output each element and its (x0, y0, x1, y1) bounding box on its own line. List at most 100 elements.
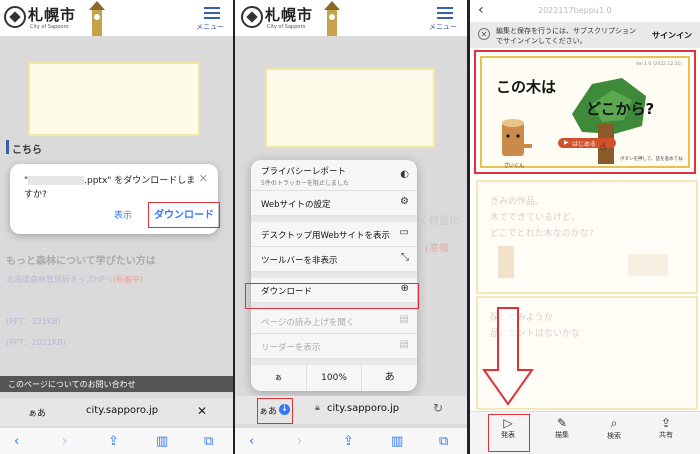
slide-2-character (498, 246, 514, 278)
ghost-text: く軽量化 (419, 216, 459, 227)
tab-share-label: 共有 (659, 431, 673, 439)
inquiry-bar: このページについてのお問い合わせ (0, 376, 233, 392)
page-banner (265, 68, 435, 148)
wood-character-icon (502, 119, 532, 156)
bookmarks-icon[interactable]: ▥ (391, 434, 403, 449)
redacted-filename (28, 176, 85, 185)
slide-1-thumbnail[interactable]: Ver.1.0 (2022.12.21) この木は どこから? ざいくん ▶ は… (474, 50, 696, 174)
menu-item-privacy-report[interactable]: プライバシーレポート 5件のトラッカーを阻止しました ◐ (251, 160, 417, 191)
download-dialog: " .pptx" をダウンロードしますか? ✕ 表示 ダウンロード (10, 164, 220, 234)
menu-button[interactable]: メニュー (429, 4, 457, 32)
monitor-icon: ▭ (399, 227, 409, 238)
forward-icon[interactable]: › (297, 434, 302, 449)
site-name: 札幌市 (28, 6, 77, 24)
view-button[interactable]: 表示 (114, 208, 132, 221)
menu-item-hide-toolbar[interactable]: ツールバーを非表示 ⤡ (251, 247, 417, 272)
bookmarks-icon[interactable]: ▥ (156, 434, 168, 449)
close-icon[interactable]: ✕ (199, 172, 208, 185)
menu-label: メニュー (429, 23, 457, 31)
zoom-out-button[interactable]: ぁ (251, 365, 307, 391)
site-subname: City of Sapporo (30, 24, 69, 30)
slide-title-line-1: この木は (496, 78, 557, 96)
speech-icon: ▤ (399, 314, 409, 325)
zoom-level: 100% (307, 365, 363, 391)
site-header: 札幌市 City of Sapporo メニュー (0, 0, 233, 37)
file-size-1[interactable]: (PPT：321KB) (6, 316, 61, 327)
more-learning-heading: もっと森林について学びたい方は (6, 256, 156, 267)
hamburger-icon (437, 7, 453, 19)
file-size-2[interactable]: (PPT：2021KB) (6, 337, 66, 348)
slide-version: Ver.1.0 (2022.12.21) (635, 62, 682, 67)
resize-icon: ⤡ (401, 252, 409, 263)
zoom-row: ぁ 100% あ (251, 365, 417, 391)
privacy-subtext: 5件のトラッカーを阻止しました (261, 180, 349, 187)
menu-item-site-settings[interactable]: Webサイトの設定 ⚙ (251, 191, 417, 216)
panel-safari-download-dialog: 札幌市 City of Sapporo メニュー こちら " .pptx" をダウ… (0, 0, 233, 454)
menu-button[interactable]: メニュー (196, 4, 224, 32)
inquiry-text: このページについてのお問い合わせ (8, 380, 136, 389)
reader-aa-button[interactable]: ぁあ (28, 406, 46, 419)
tab-edit[interactable]: ✎ 描集 (544, 416, 580, 440)
down-arrow-annotation-icon (482, 307, 534, 406)
back-icon[interactable]: ‹ (249, 434, 254, 449)
tab-share[interactable]: ⇪ 共有 (648, 416, 684, 440)
start-note: ボタンを押して、話を進めてね (620, 157, 683, 162)
url-bar[interactable]: ぁあ city.sapporo.jp ✕ (0, 398, 233, 426)
clock-tower-icon (324, 1, 340, 36)
pen-icon: ✎ (556, 416, 568, 430)
slide-2-desk (628, 254, 668, 276)
search-icon: ⌕ (610, 416, 618, 430)
back-icon[interactable]: ‹ (14, 434, 19, 449)
url-text[interactable]: city.sapporo.jp (86, 405, 158, 416)
share-icon: ⇪ (660, 416, 672, 430)
reader-icon: ▤ (399, 339, 409, 350)
kids-link[interactable]: 北海道森林管理局キッズHPへ(新着中) (6, 274, 143, 285)
lock-icon: 🔒︎ (315, 403, 320, 413)
gear-icon: ⚙ (400, 196, 409, 207)
menu-item-desktop-site[interactable]: デスクトップ用Webサイトを表示 ▭ (251, 222, 417, 247)
share-icon[interactable]: ⇪ (343, 434, 354, 449)
share-icon[interactable]: ⇪ (108, 434, 119, 449)
safari-toolbar: ‹ › ⇪ ▥ ⧉ (235, 427, 467, 454)
menu-item-listen-page[interactable]: ページの読み上げを聞く ▤ (251, 309, 417, 334)
slide-2-thumbnail[interactable]: きみの作品、 木でできているけど、 どこでとれた木なのかな? (476, 180, 698, 294)
slide-1-canvas: Ver.1.0 (2022.12.21) この木は どこから? ざいくん ▶ は… (480, 56, 690, 169)
menu-item-show-reader[interactable]: リーダーを表示 ▤ (251, 334, 417, 359)
site-header: 札幌市 City of Sapporo メニュー (235, 0, 467, 37)
ppt-title-bar: ‹ 2022117beppu1.0 (470, 0, 700, 22)
character-name: ざいくん (504, 163, 525, 169)
tabs-icon[interactable]: ⧉ (204, 434, 213, 449)
hamburger-icon (204, 7, 220, 19)
download-button[interactable]: ダウンロード (148, 202, 220, 228)
menu-label: メニュー (196, 23, 224, 31)
start-button[interactable]: ▶ はじめる (558, 138, 616, 148)
page-menu: プライバシーレポート 5件のトラッカーを阻止しました ◐ Webサイトの設定 ⚙… (251, 160, 417, 391)
safari-toolbar: ‹ › ⇪ ▥ ⧉ (0, 427, 233, 454)
tab-search[interactable]: ⌕ 検索 (596, 416, 632, 441)
site-name: 札幌市 (265, 6, 314, 24)
signin-button[interactable]: サインイン (652, 30, 692, 41)
clock-tower-icon (89, 1, 105, 36)
url-text[interactable]: city.sapporo.jp (327, 403, 399, 414)
panel-powerpoint-viewer: ‹ 2022117beppu1.0 ✕ 編集と保存を行うには、サブスクリプション… (470, 0, 700, 454)
tab-edit-label: 描集 (555, 431, 569, 439)
site-subname: City of Sapporo (267, 24, 306, 30)
reload-icon[interactable]: ↻ (433, 401, 443, 415)
slide-2-text: きみの作品、 木でできているけど、 どこでとれた木なのかな? (490, 197, 594, 239)
sapporo-logo-icon (241, 6, 263, 28)
section-heading: こちら (12, 145, 42, 156)
signin-notice: 編集と保存を行うには、サブスクリプションでサインインしてください。 (496, 27, 636, 45)
forward-icon[interactable]: › (62, 434, 67, 449)
present-highlight (488, 414, 530, 452)
download-highlight (245, 283, 419, 309)
dialog-message: " .pptx" をダウンロードしますか? (24, 176, 196, 200)
ghost-badge: (準備 (425, 244, 449, 255)
slide-title-line-2: どこから? (586, 100, 655, 118)
tab-search-label: 検索 (607, 432, 621, 440)
zoom-in-button[interactable]: あ (362, 365, 417, 391)
privacy-icon: ◐ (400, 169, 409, 180)
tabs-icon[interactable]: ⧉ (439, 434, 448, 449)
dismiss-icon[interactable]: ✕ (478, 28, 490, 40)
back-icon[interactable]: ‹ (478, 2, 484, 18)
stop-icon[interactable]: ✕ (197, 404, 207, 418)
